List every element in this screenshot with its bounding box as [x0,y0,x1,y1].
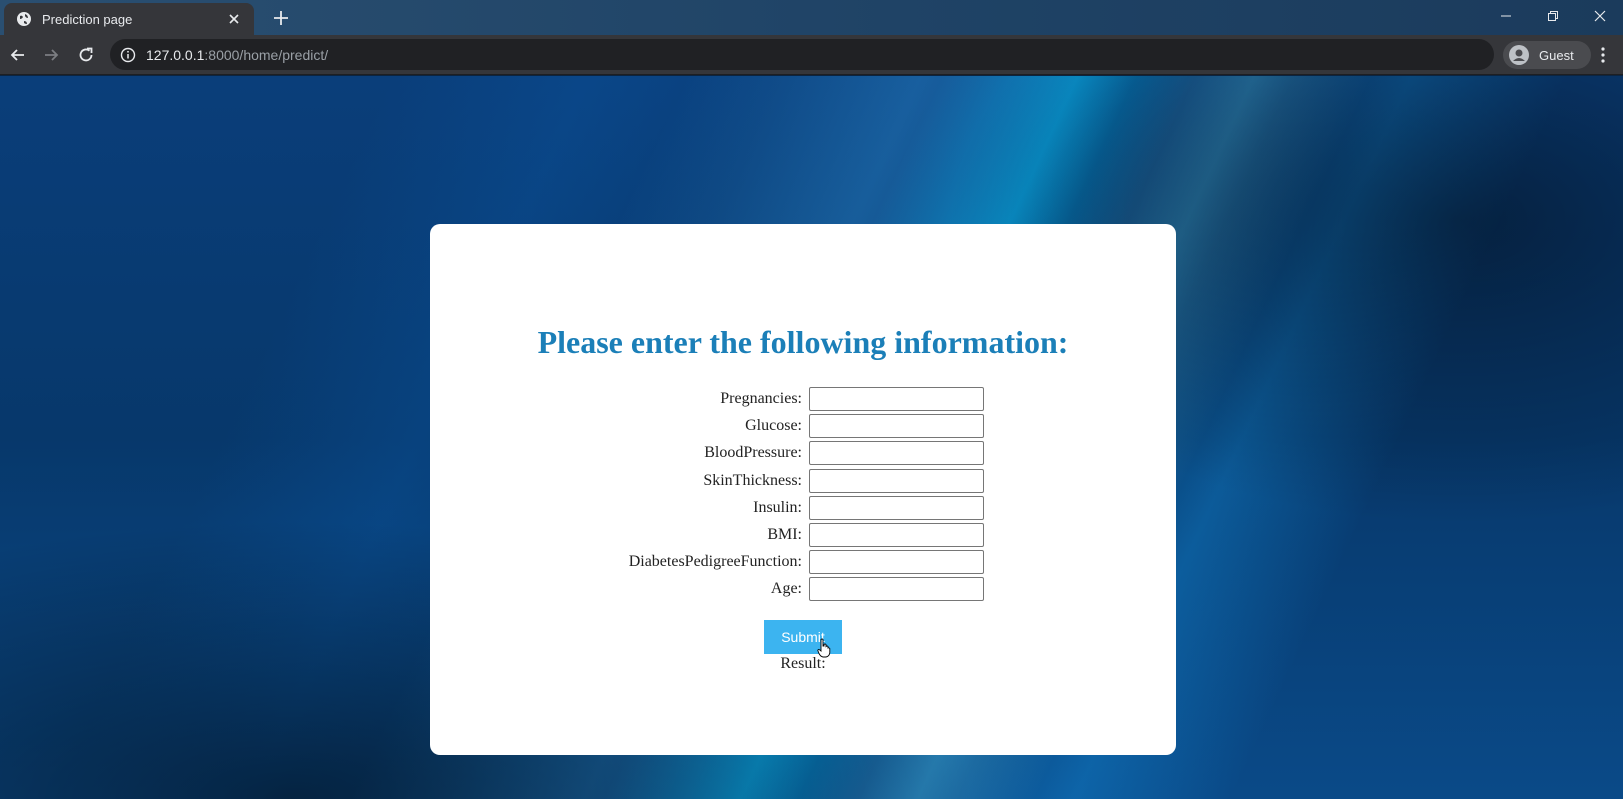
window-controls [1482,0,1623,32]
tab-prediction-page[interactable]: Prediction page [4,3,254,35]
skinthickness-label: SkinThickness: [703,471,802,489]
skinthickness-input[interactable] [809,468,984,493]
form-card: Please enter the following information: … [430,224,1176,755]
form-row-bloodpressure: BloodPressure: [430,441,1176,468]
bmi-input[interactable] [809,522,984,547]
address-bar[interactable]: 127.0.0.1:8000/home/predict/ [110,39,1494,70]
form-row-glucose: Glucose: [430,414,1176,441]
page-heading: Please enter the following information: [537,324,1069,360]
url-path: :8000/home/predict/ [204,46,329,63]
profile-button[interactable]: Guest [1503,41,1591,69]
form-row-bmi: BMI: [430,522,1176,550]
restore-button[interactable] [1529,0,1576,32]
pregnancies-label: Pregnancies: [720,390,802,407]
hand-cursor-icon [817,638,831,658]
bmi-label: BMI: [767,525,802,543]
plus-icon[interactable] [272,9,290,27]
reload-icon [79,47,93,62]
minimize-icon [1500,15,1511,17]
minimize-button[interactable] [1482,0,1529,32]
form-row-diabetespedigreefunction: DiabetesPedigreeFunction: [430,550,1176,577]
forward-button[interactable] [40,44,62,66]
age-input[interactable] [809,577,984,602]
glucose-label: Glucose: [745,417,802,435]
form-row-pregnancies: Pregnancies: [430,387,1176,414]
page-viewport: Please enter the following information: … [0,76,1623,799]
form-row-age: Age: [430,577,1176,604]
globe-icon [17,12,31,26]
diabetespedigreefunction-label: DiabetesPedigreeFunction: [628,553,802,571]
bloodpressure-input[interactable] [809,441,984,466]
browser-menu-button[interactable] [1592,44,1614,66]
info-icon[interactable] [120,47,136,63]
url-host: 127.0.0.1 [146,46,205,63]
close-window-button[interactable] [1576,0,1623,32]
form-row-insulin: Insulin: [430,495,1176,523]
form-row-skinthickness: SkinThickness: [430,468,1176,496]
tab-title: Prediction page [42,11,133,27]
glucose-input[interactable] [809,414,984,439]
bloodpressure-label: BloodPressure: [704,444,802,462]
back-button[interactable] [7,44,29,66]
restore-icon [1547,11,1558,21]
diabetespedigreefunction-input[interactable] [809,550,984,575]
insulin-label: Insulin: [753,498,802,516]
close-icon[interactable] [226,11,242,27]
browser-toolbar: 127.0.0.1:8000/home/predict/ Guest [0,35,1623,75]
kebab-menu-icon [1601,47,1605,63]
browser-titlebar: Prediction page [0,0,1623,35]
avatar-icon [1509,45,1529,65]
age-label: Age: [770,580,802,598]
close-window-icon [1594,10,1605,22]
reload-button[interactable] [75,44,97,66]
back-arrow-icon [10,49,24,61]
prediction-form: Pregnancies: Glucose: BloodPressure: Ski… [430,387,1176,605]
forward-arrow-icon [45,49,59,61]
profile-label: Guest [1539,47,1574,63]
insulin-input[interactable] [809,495,984,520]
pregnancies-input[interactable] [809,387,984,411]
url-text: 127.0.0.1:8000/home/predict/ [146,47,328,63]
result-label: Result: [780,655,826,672]
